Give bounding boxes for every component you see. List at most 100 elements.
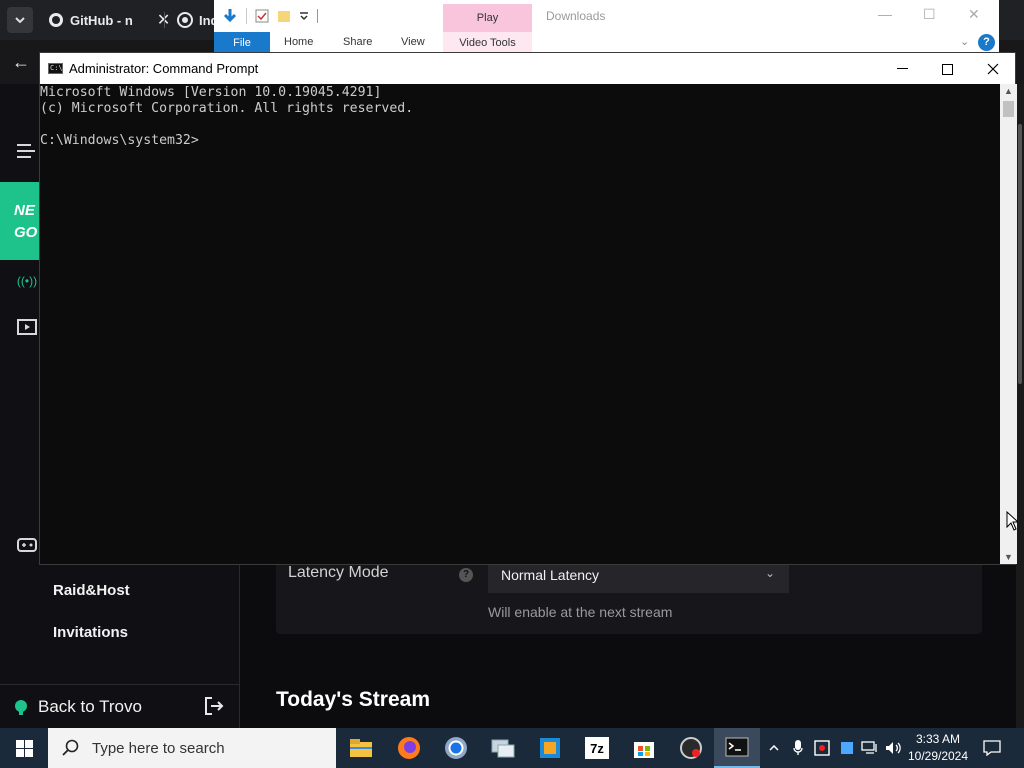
- app-tray-icon[interactable]: [838, 728, 856, 768]
- toolbar-divider: [317, 9, 318, 23]
- windows-taskbar: Type here to search 7z 3:33 AM 10/29/202…: [0, 728, 1024, 768]
- properties-icon[interactable]: [255, 9, 269, 23]
- chevron-down-icon: ⌄: [764, 566, 775, 580]
- quick-access-toolbar: [214, 0, 452, 32]
- ribbon-tab-view[interactable]: View: [401, 36, 425, 48]
- back-arrow-icon[interactable]: ←: [12, 52, 30, 73]
- download-arrow-icon[interactable]: [222, 8, 238, 24]
- tab-divider: [164, 12, 165, 28]
- recorder-icon: [680, 737, 702, 759]
- help-icon[interactable]: ?: [459, 568, 473, 582]
- microphone-icon[interactable]: [789, 728, 807, 768]
- github-icon: [49, 13, 63, 27]
- volume-icon[interactable]: [884, 728, 904, 768]
- taskbar-chrome[interactable]: [433, 728, 479, 768]
- taskbar-clock[interactable]: 3:33 AM 10/29/2024: [904, 731, 972, 765]
- minimize-icon: [896, 68, 908, 69]
- taskbar-command-prompt[interactable]: [714, 728, 760, 768]
- sidebar-item-raid-host[interactable]: Raid&Host: [53, 582, 130, 599]
- taskbar-firefox[interactable]: [386, 728, 432, 768]
- latency-mode-value: Normal Latency: [501, 566, 600, 583]
- package-app-icon: [540, 738, 560, 758]
- browser-tab-github[interactable]: GitHub - n ✕: [48, 8, 170, 32]
- promo-banner[interactable]: NE GO: [0, 182, 40, 260]
- customize-toolbar-icon[interactable]: [299, 11, 309, 21]
- cmd-scrollbar[interactable]: ▲ ▼: [1000, 84, 1017, 564]
- maximize-icon[interactable]: ☐: [923, 6, 936, 23]
- search-icon: [62, 739, 79, 756]
- show-hidden-icons[interactable]: [764, 728, 784, 768]
- browser-tab-label: GitHub - n: [70, 12, 133, 28]
- file-explorer-icon: [350, 739, 372, 757]
- incognito-icon: [177, 12, 193, 28]
- cmd-window-title: Administrator: Command Prompt: [69, 61, 259, 76]
- browser-scrollbar[interactable]: [1016, 84, 1024, 728]
- back-to-trovo-label: Back to Trovo: [38, 697, 142, 716]
- new-folder-icon[interactable]: [277, 9, 291, 23]
- close-icon: [987, 63, 999, 75]
- close-icon[interactable]: ✕: [968, 6, 980, 23]
- gamepad-icon[interactable]: [14, 532, 40, 558]
- scroll-down-icon[interactable]: ▼: [1004, 552, 1013, 562]
- latency-settings-card: Latency Mode ? Normal Latency ⌄ Will ena…: [276, 556, 982, 634]
- cmd-app-icon: C:\: [48, 63, 63, 74]
- minimize-icon[interactable]: —: [878, 6, 892, 22]
- chevron-up-icon: [769, 745, 779, 751]
- sidebar-item-invitations[interactable]: Invitations: [53, 624, 128, 641]
- toolbar-divider: [246, 8, 247, 24]
- minimize-button[interactable]: [879, 57, 925, 81]
- ribbon-tab-video-tools[interactable]: Video Tools: [443, 32, 532, 54]
- cmd-titlebar[interactable]: C:\ Administrator: Command Prompt: [40, 53, 1015, 84]
- notifications-icon[interactable]: [980, 728, 1004, 768]
- network-icon[interactable]: [860, 728, 880, 768]
- clock-time: 3:33 AM: [915, 732, 961, 746]
- start-button[interactable]: [0, 728, 48, 768]
- chevron-down-icon: [15, 17, 25, 23]
- browser-tab-incognito[interactable]: Ind: [177, 8, 219, 32]
- taskbar-file-explorer[interactable]: [338, 728, 384, 768]
- tab-search-button[interactable]: [7, 7, 33, 33]
- menu-collapse-icon[interactable]: [14, 138, 40, 164]
- cmd-console-output[interactable]: Microsoft Windows [Version 10.0.19045.42…: [40, 84, 1000, 565]
- explorer-ribbon: File Home Share View Video Tools ⌄ ?: [214, 32, 999, 54]
- back-to-trovo-button[interactable]: Back to Trovo: [0, 684, 239, 729]
- command-prompt-window: C:\ Administrator: Command Prompt Micros…: [39, 52, 1017, 565]
- scroll-up-icon[interactable]: ▲: [1004, 86, 1013, 96]
- expand-ribbon-icon[interactable]: ⌄: [960, 35, 969, 48]
- logout-icon: [205, 697, 224, 715]
- clock-date: 10/29/2024: [907, 749, 969, 763]
- scrollbar-thumb[interactable]: [1018, 124, 1022, 384]
- 7zip-icon: 7z: [585, 737, 609, 759]
- taskbar-7zip[interactable]: 7z: [574, 728, 620, 768]
- ribbon-tab-share[interactable]: Share: [343, 36, 372, 48]
- maximize-icon: [941, 63, 953, 75]
- ribbon-tab-home[interactable]: Home: [284, 36, 313, 48]
- recording-tray-icon[interactable]: [812, 728, 832, 768]
- scrollbar-thumb[interactable]: [1003, 101, 1014, 117]
- taskbar-package-app[interactable]: [527, 728, 573, 768]
- promo-text: NE GO: [14, 202, 38, 241]
- terminal-icon: [725, 737, 749, 757]
- taskbar-recorder[interactable]: [668, 728, 714, 768]
- taskbar-network-app[interactable]: [480, 728, 526, 768]
- maximize-button[interactable]: [924, 57, 970, 81]
- live-broadcast-icon[interactable]: ((•)): [14, 268, 40, 294]
- explorer-window-title: Downloads: [546, 9, 606, 23]
- taskbar-search-box[interactable]: Type here to search: [48, 728, 336, 768]
- latency-hint-text: Will enable at the next stream: [488, 604, 673, 620]
- taskbar-store[interactable]: [621, 728, 667, 768]
- play-context-tab[interactable]: Play: [443, 4, 532, 32]
- help-icon[interactable]: ?: [978, 34, 995, 51]
- close-button[interactable]: [970, 57, 1016, 81]
- firefox-icon: [398, 737, 420, 759]
- ribbon-tab-file[interactable]: File: [214, 32, 270, 54]
- mouse-cursor-icon: [1006, 511, 1018, 531]
- search-placeholder: Type here to search: [92, 739, 225, 757]
- latency-mode-label: Latency Mode: [288, 564, 389, 581]
- store-icon: [634, 742, 654, 758]
- trovo-logo-icon: [15, 700, 27, 715]
- windows-logo-icon: [15, 739, 33, 757]
- chrome-icon: [445, 737, 467, 759]
- network-app-icon: [491, 739, 515, 758]
- video-icon[interactable]: [14, 314, 40, 340]
